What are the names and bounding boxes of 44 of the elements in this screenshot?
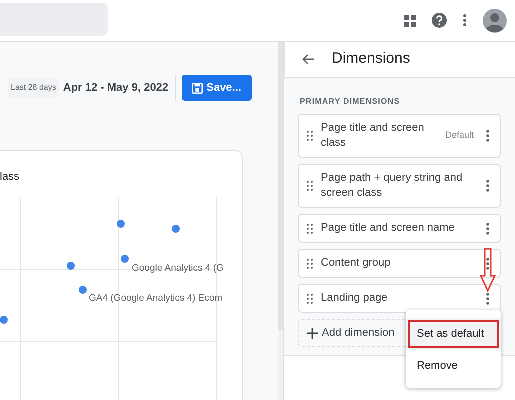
- dimension-item[interactable]: Landing page: [298, 284, 501, 313]
- data-point: [121, 255, 129, 263]
- dimension-item[interactable]: Page title and screen name: [298, 214, 501, 243]
- dimension-label: Landing page: [321, 291, 389, 306]
- dimension-item[interactable]: Content group: [298, 249, 501, 278]
- more-options-icon[interactable]: [486, 222, 490, 234]
- more-options-icon[interactable]: [463, 14, 467, 27]
- data-point: [117, 220, 125, 228]
- data-point: [79, 286, 87, 294]
- more-options-icon[interactable]: [486, 292, 490, 304]
- save-button[interactable]: Save...: [182, 75, 252, 101]
- dimension-label: Page path + query string and screen class: [321, 171, 464, 201]
- date-range[interactable]: Apr 12 - May 9, 2022: [63, 80, 169, 96]
- drag-handle-icon[interactable]: [307, 131, 313, 141]
- drag-handle-icon[interactable]: [307, 294, 313, 304]
- data-point: [172, 225, 180, 233]
- more-options-icon[interactable]: [486, 130, 490, 142]
- data-point: [0, 316, 8, 324]
- drag-handle-icon[interactable]: [307, 258, 313, 268]
- chart-title: lass: [0, 170, 21, 185]
- point-label: GA4 (Google Analytics 4) Ecom: [89, 293, 223, 304]
- drag-handle-icon[interactable]: [307, 224, 313, 234]
- data-point: [67, 262, 75, 270]
- more-options-icon[interactable]: [486, 180, 490, 192]
- help-icon[interactable]: [432, 13, 447, 28]
- dimension-label: Content group: [321, 256, 392, 271]
- dimension-label: Page title and screen class: [321, 121, 426, 151]
- annotation-arrow: [480, 248, 496, 292]
- dimension-item[interactable]: Page path + query string and screen class: [298, 164, 501, 208]
- date-preset-label: Last 28 days: [8, 78, 60, 98]
- menu-item[interactable]: Set as default: [406, 318, 501, 350]
- panel-title: Dimensions: [332, 49, 410, 70]
- default-tag: Default: [445, 129, 474, 143]
- menu-item[interactable]: Remove: [406, 350, 501, 382]
- more-options-icon[interactable]: [486, 258, 490, 270]
- plus-icon: [307, 328, 318, 338]
- back-arrow-icon[interactable]: [302, 54, 314, 65]
- dimension-item[interactable]: Page title and screen class Default: [298, 114, 501, 158]
- avatar-icon[interactable]: [483, 8, 507, 32]
- point-label: Google Analytics 4 (G: [132, 263, 224, 274]
- drag-handle-icon[interactable]: [307, 181, 313, 191]
- dimension-label: Page title and screen name: [321, 221, 456, 236]
- apps-grid-icon[interactable]: [404, 14, 416, 26]
- section-heading: PRIMARY DIMENSIONS: [299, 96, 402, 108]
